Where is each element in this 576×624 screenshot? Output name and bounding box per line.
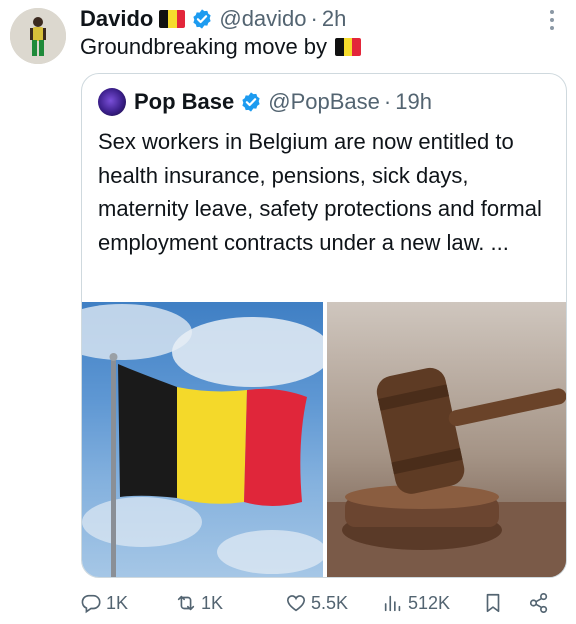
tweet-text-content: Groundbreaking move by: [80, 34, 328, 59]
quoted-tweet-header: Pop Base @PopBase · 19h: [98, 88, 432, 116]
separator-dot: ·: [310, 6, 318, 31]
like-icon: [286, 595, 306, 612]
bookmark-button[interactable]: [482, 588, 508, 618]
share-button[interactable]: [528, 588, 554, 618]
quoted-tweet-text: Sex workers in Belgium are now entitled …: [98, 129, 542, 255]
like-count: 5.5K: [311, 592, 349, 613]
verified-badge-icon: [193, 9, 211, 29]
quoted-tweet[interactable]: Pop Base @PopBase · 19h Sex workers in B…: [81, 73, 567, 578]
flag-on-pole-image: [82, 304, 323, 577]
author-name[interactable]: Davido: [80, 6, 153, 32]
media-grid: [82, 302, 566, 577]
quoted-avatar[interactable]: [98, 88, 126, 116]
quoted-author-handle: @PopBase: [268, 89, 380, 114]
author-handle[interactable]: @davido: [219, 6, 306, 32]
more-options-icon[interactable]: [542, 8, 562, 32]
views-button[interactable]: 512K: [382, 588, 450, 618]
author-avatar[interactable]: [10, 8, 66, 64]
gavel-image: [327, 367, 566, 577]
tweet-text: Groundbreaking move by: [80, 34, 362, 60]
reply-button[interactable]: 1K: [80, 588, 128, 618]
reply-count: 1K: [106, 592, 129, 613]
views-icon: [384, 595, 401, 612]
like-button[interactable]: 5.5K: [285, 588, 348, 618]
belgium-flag-photo[interactable]: [82, 302, 323, 577]
belgium-flag-icon: [159, 10, 186, 28]
tweet-header: Davido @davido · 2h: [80, 6, 346, 32]
belgium-flag-icon: [335, 38, 362, 56]
bookmark-icon: [486, 593, 500, 613]
share-icon: [529, 593, 548, 613]
reply-icon: [81, 594, 101, 614]
views-count: 512K: [408, 592, 451, 613]
verified-badge-icon: [242, 92, 260, 112]
separator-dot: ·: [383, 89, 392, 114]
gavel-photo[interactable]: [327, 302, 566, 577]
quoted-author-name: Pop Base: [134, 89, 235, 114]
tweet-time[interactable]: 2h: [322, 6, 346, 32]
tweet-actions: 1K 1K 5.5K 512K: [80, 588, 560, 618]
avatar-photo: [10, 8, 66, 64]
repost-count: 1K: [201, 592, 224, 613]
repost-icon: [177, 595, 195, 611]
repost-button[interactable]: 1K: [175, 588, 223, 618]
quoted-tweet-time: 19h: [395, 89, 432, 114]
